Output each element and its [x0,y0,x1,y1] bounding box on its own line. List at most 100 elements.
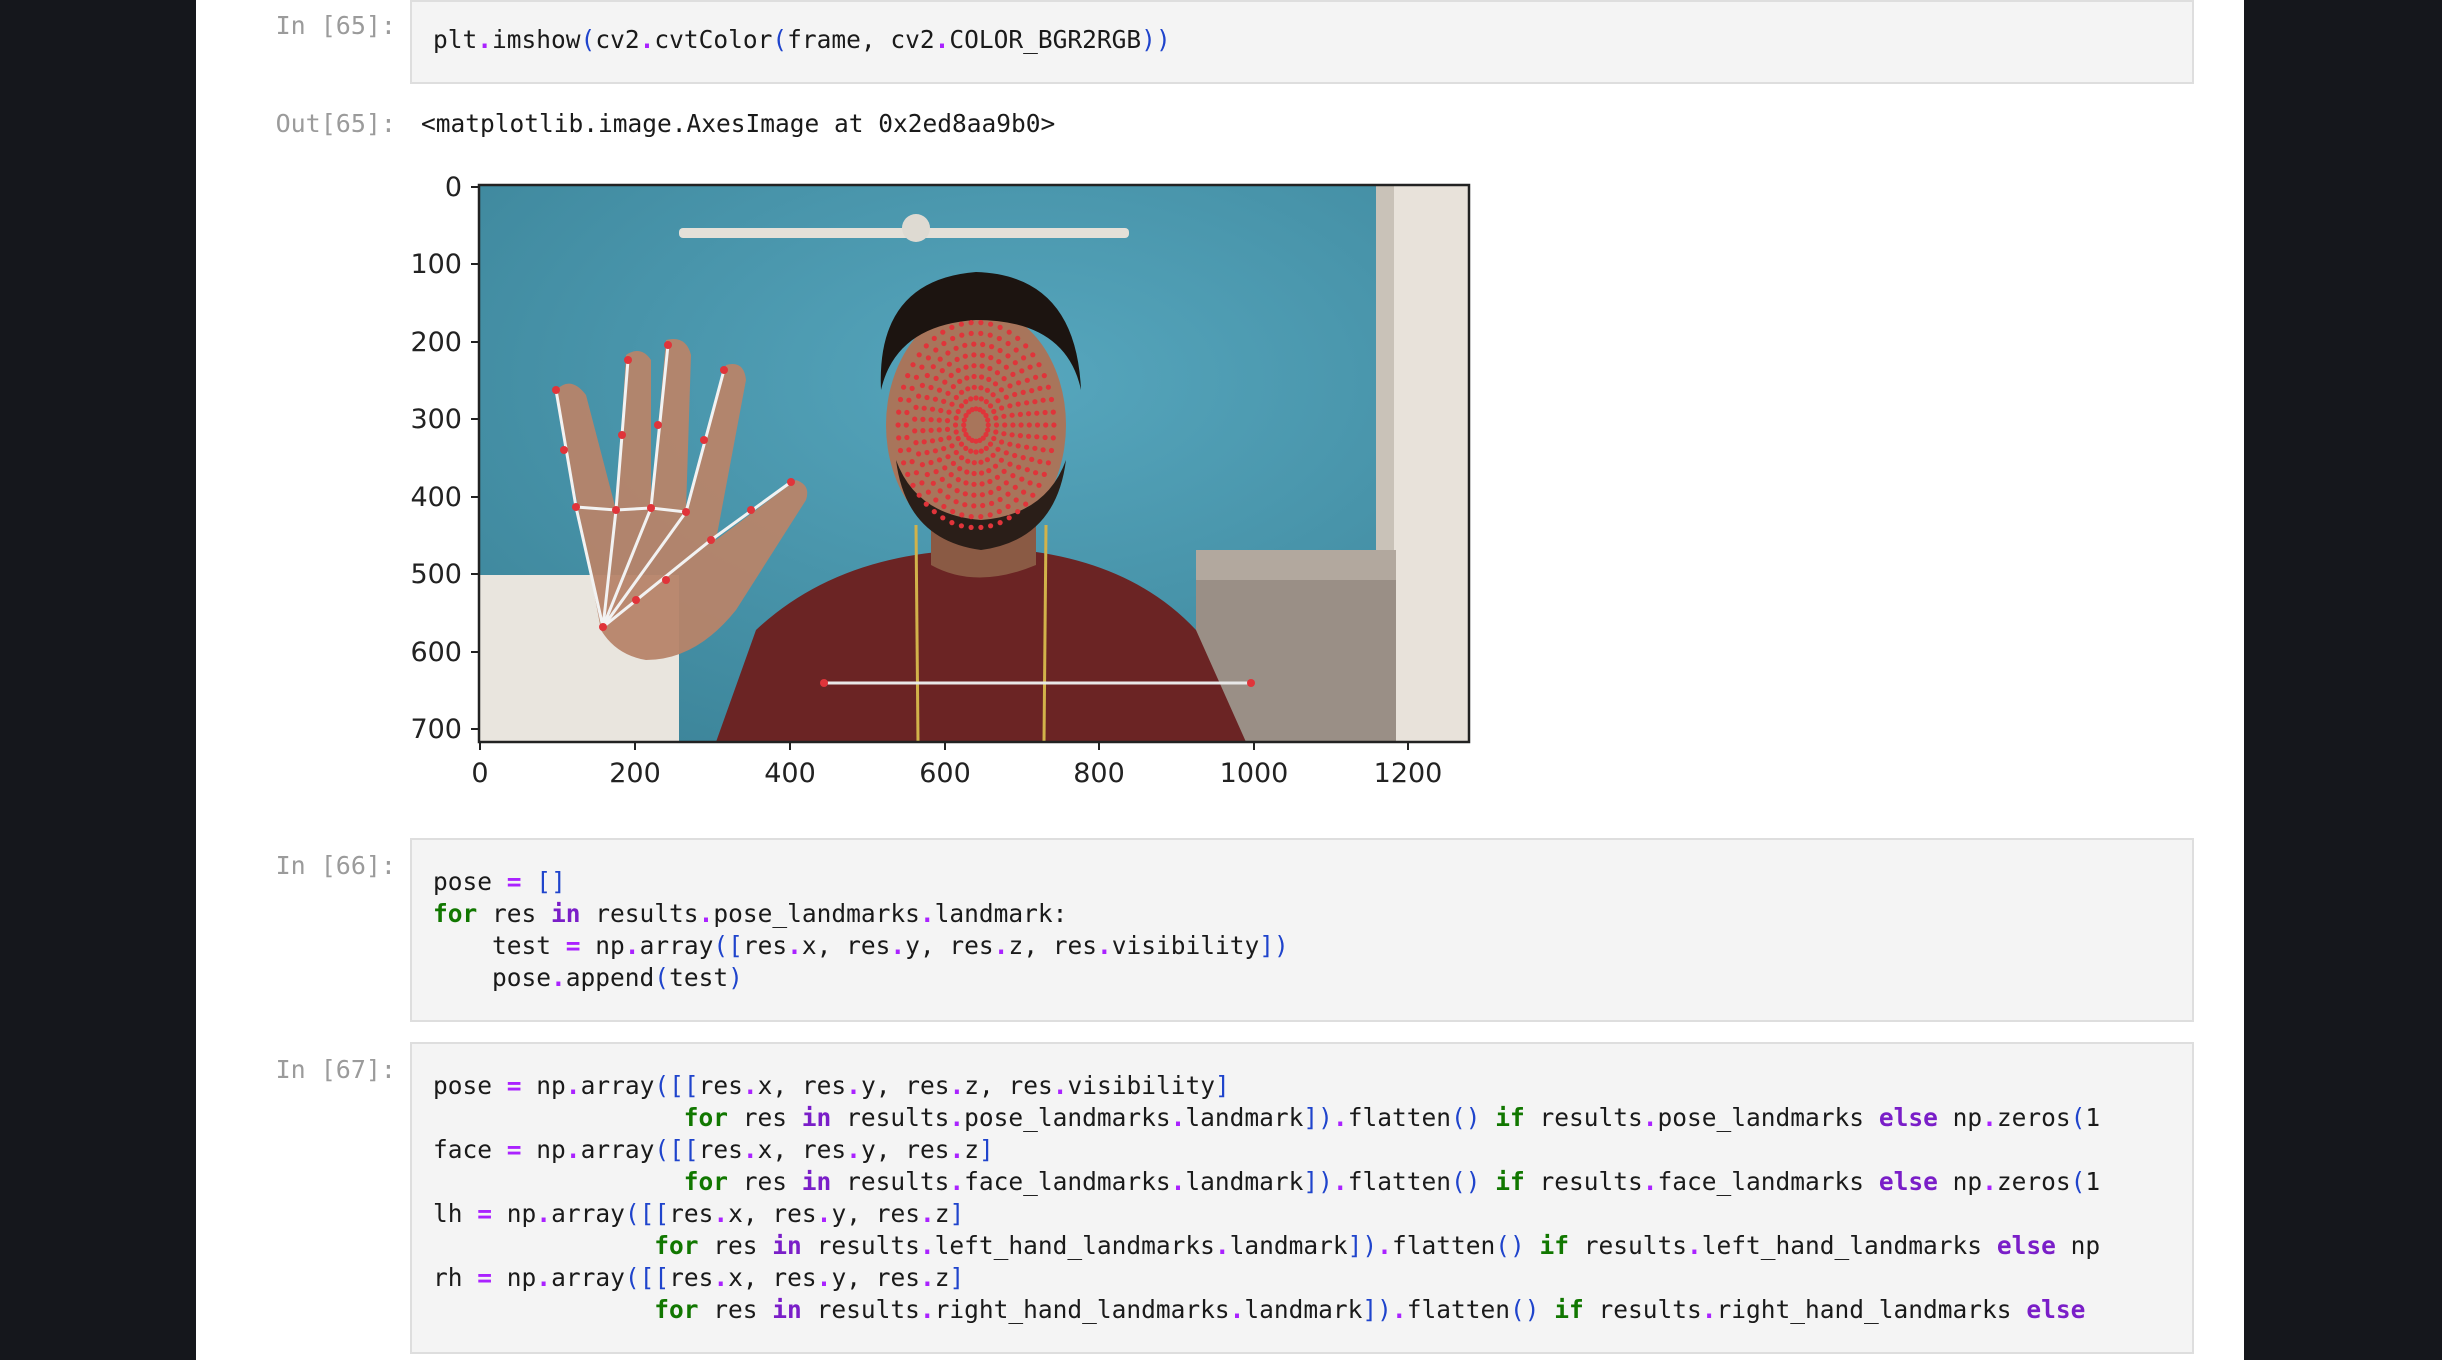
face-mesh-point [1007,403,1013,409]
y-tick-label: 700 [410,714,462,745]
face-mesh-point [1006,329,1012,335]
face-mesh-point [901,460,907,466]
face-mesh-point [983,445,989,451]
face-mesh-point [1024,377,1030,383]
face-mesh-point [1007,383,1013,389]
face-mesh-point [989,500,995,506]
face-mesh-point [995,398,1001,404]
face-mesh-point [937,488,943,494]
face-mesh-point [978,459,984,465]
face-mesh-point [985,422,991,428]
face-mesh-point [1040,397,1046,403]
face-mesh-point [971,363,977,369]
face-mesh-point [921,439,927,445]
y-tick-label: 600 [410,637,462,668]
code-cell-67[interactable]: pose = np.array([[res.x, res.y, res.z, r… [410,1042,2194,1354]
face-mesh-point [1029,456,1035,462]
face-mesh-point [945,350,951,356]
face-mesh-point [989,344,995,350]
face-mesh-point [963,399,969,405]
face-mesh-point [963,431,969,438]
face-mesh-point [971,503,977,509]
face-mesh-point [913,374,920,380]
face-mesh-point [1007,441,1013,447]
face-mesh-point [953,449,959,456]
x-tick-label: 200 [609,758,661,789]
face-mesh-point [948,372,954,378]
face-mesh-point [996,485,1002,491]
face-mesh-point [897,447,904,454]
face-mesh-point [1030,492,1036,498]
face-mesh-point [940,329,946,335]
face-mesh-point [936,457,943,463]
face-mesh-point [978,514,984,520]
face-mesh-point [980,502,986,509]
y-tick-label: 0 [445,172,462,203]
face-mesh-point [901,384,907,390]
face-mesh-point [929,438,936,444]
face-mesh-point [1015,509,1021,515]
face-mesh-point [984,457,991,463]
face-mesh-point [939,476,945,482]
face-mesh-point [916,492,922,498]
face-mesh-point [997,324,1003,330]
face-mesh-point [987,478,993,485]
face-mesh-point [963,480,969,486]
face-mesh-point [1020,455,1026,461]
face-mesh-point [946,409,952,415]
face-mesh-point [1015,401,1021,407]
face-mesh-point [965,458,971,464]
face-mesh-point [925,489,932,495]
face-mesh-point [946,483,953,489]
face-mesh-point [949,520,955,526]
code-cell-65[interactable]: plt.imshow(cv2.cvtColor(frame, cv2.COLOR… [410,0,2194,84]
x-tick-label: 400 [764,758,816,789]
face-mesh-point [905,471,911,477]
face-mesh-point [942,465,948,471]
face-mesh-point [997,347,1003,354]
face-mesh-point [897,396,904,403]
face-mesh-point [1033,374,1039,380]
face-mesh-point [1018,422,1024,428]
face-mesh-point [1027,364,1033,370]
face-mesh-point [961,422,967,428]
face-mesh-point [979,363,985,369]
face-mesh-point [987,512,993,518]
face-mesh-point [919,382,926,388]
face-mesh-point [906,397,912,403]
face-mesh-point [1026,411,1032,417]
face-mesh-point [944,426,951,432]
face-mesh-point [1048,447,1055,454]
face-mesh-point [979,481,985,487]
face-mesh-point [904,434,910,441]
face-mesh-point [1027,480,1033,486]
face-mesh-point [992,381,999,387]
face-mesh-point [944,418,951,424]
face-mesh-point [958,441,965,447]
face-mesh-point [971,481,977,487]
face-mesh-point [971,341,977,347]
face-mesh-point [964,375,970,381]
face-mesh-point [919,480,925,486]
face-mesh-point [913,440,919,446]
face-mesh-point [942,379,948,385]
face-mesh-point [941,398,947,404]
face-mesh-point [928,459,934,466]
face-mesh-point [990,392,996,398]
face-mesh-point [1037,459,1043,465]
face-mesh-point [979,492,986,498]
face-mesh-point [1045,384,1051,390]
face-mesh-point [980,341,986,348]
face-mesh-point [973,395,979,401]
face-mesh-point [998,387,1005,393]
face-mesh-point [905,373,911,379]
face-mesh-point [993,415,999,421]
face-mesh-point [930,364,936,370]
face-mesh-point [941,340,947,347]
face-mesh-point [1020,389,1026,395]
face-mesh-point [999,439,1005,445]
face-mesh-point [1003,450,1009,456]
face-mesh-point [1012,391,1018,398]
face-mesh-point [924,372,930,379]
face-mesh-point [1016,464,1022,470]
